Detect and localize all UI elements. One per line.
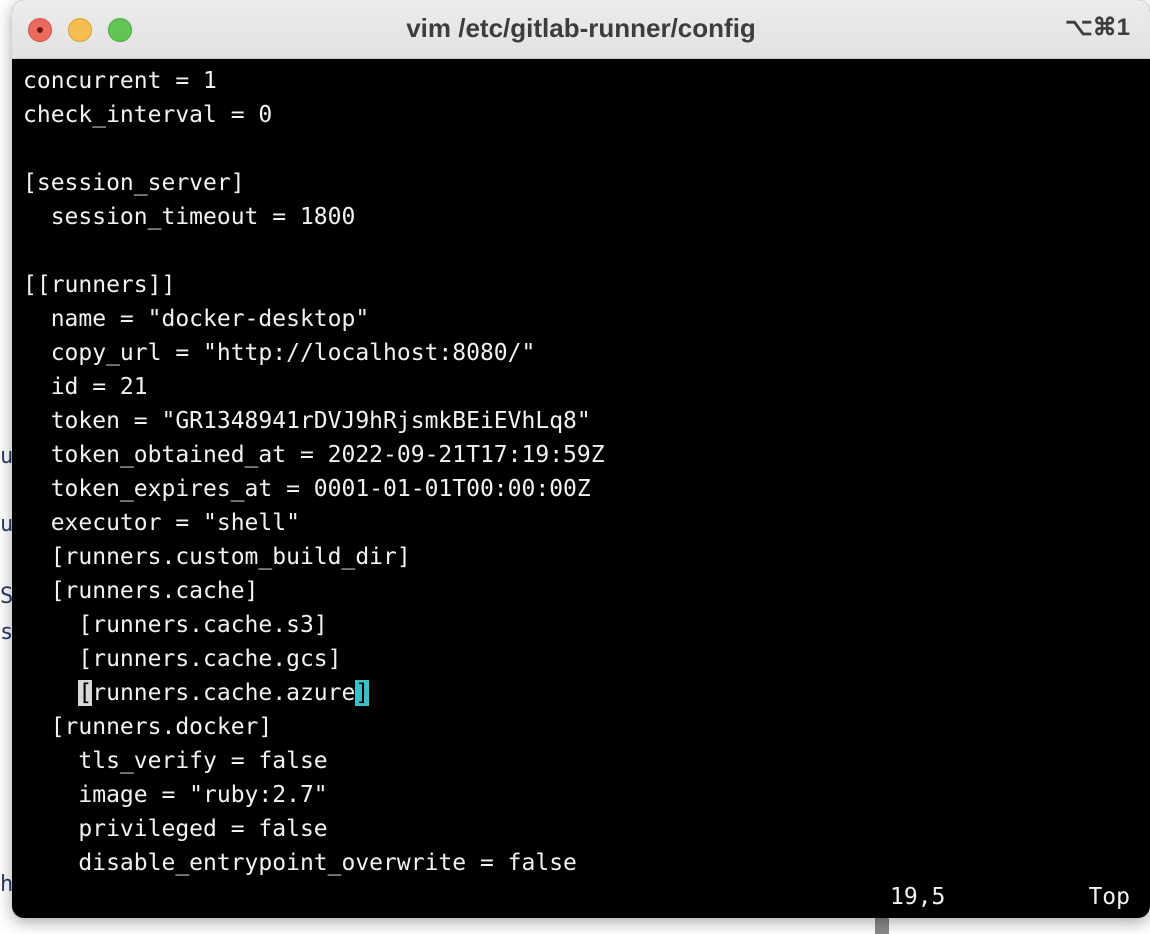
bracket-match-highlight: ] [355, 680, 370, 706]
vim-editor[interactable]: concurrent = 1 check_interval = 0 [sessi… [23, 64, 1143, 880]
editor-line: privileged = false [23, 816, 328, 842]
editor-line: token_obtained_at = 2022-09-21T17:19:59Z [23, 442, 605, 468]
editor-line: [runners.custom_build_dir] [23, 544, 411, 570]
line-text: runners.cache.azure [92, 680, 356, 706]
editor-line: [runners.cache] [23, 578, 259, 604]
editor-line: [[runners]] [23, 272, 176, 298]
vim-status-line: 19,5 Top [12, 880, 1150, 914]
cursor-position: 19,5 [890, 884, 946, 910]
editor-line: token_expires_at = 0001-01-01T00:00:00Z [23, 476, 591, 502]
editor-line: [runners.docker] [23, 714, 273, 740]
text-cursor: [ [78, 680, 93, 706]
editor-line: concurrent = 1 [23, 68, 217, 94]
editor-line: [runners.cache.s3] [23, 612, 328, 638]
editor-line: session_timeout = 1800 [23, 204, 356, 230]
editor-line: image = "ruby:2.7" [23, 782, 328, 808]
editor-line: token = "GR1348941rDVJ9hRjsmkBEiEVhLq8" [23, 408, 591, 434]
scroll-position: Top [1088, 884, 1130, 910]
editor-line-current: [runners.cache.azure] [23, 676, 1143, 710]
terminal-window: vim /etc/gitlab-runner/config ⌥⌘1 concur… [12, 0, 1150, 918]
editor-line: name = "docker-desktop" [23, 306, 370, 332]
window-title: vim /etc/gitlab-runner/config [406, 13, 756, 43]
window-shortcut: ⌥⌘1 [1064, 14, 1130, 41]
editor-line: disable_entrypoint_overwrite = false [23, 850, 577, 876]
editor-line: id = 21 [23, 374, 148, 400]
editor-line: executor = "shell" [23, 510, 300, 536]
editor-line: tls_verify = false [23, 748, 328, 774]
title-bar[interactable]: vim /etc/gitlab-runner/config ⌥⌘1 [12, 0, 1150, 59]
editor-line: [runners.cache.gcs] [23, 646, 342, 672]
editor-line: copy_url = "http://localhost:8080/" [23, 340, 536, 366]
editor-line: check_interval = 0 [23, 102, 273, 128]
editor-line: [session_server] [23, 170, 245, 196]
